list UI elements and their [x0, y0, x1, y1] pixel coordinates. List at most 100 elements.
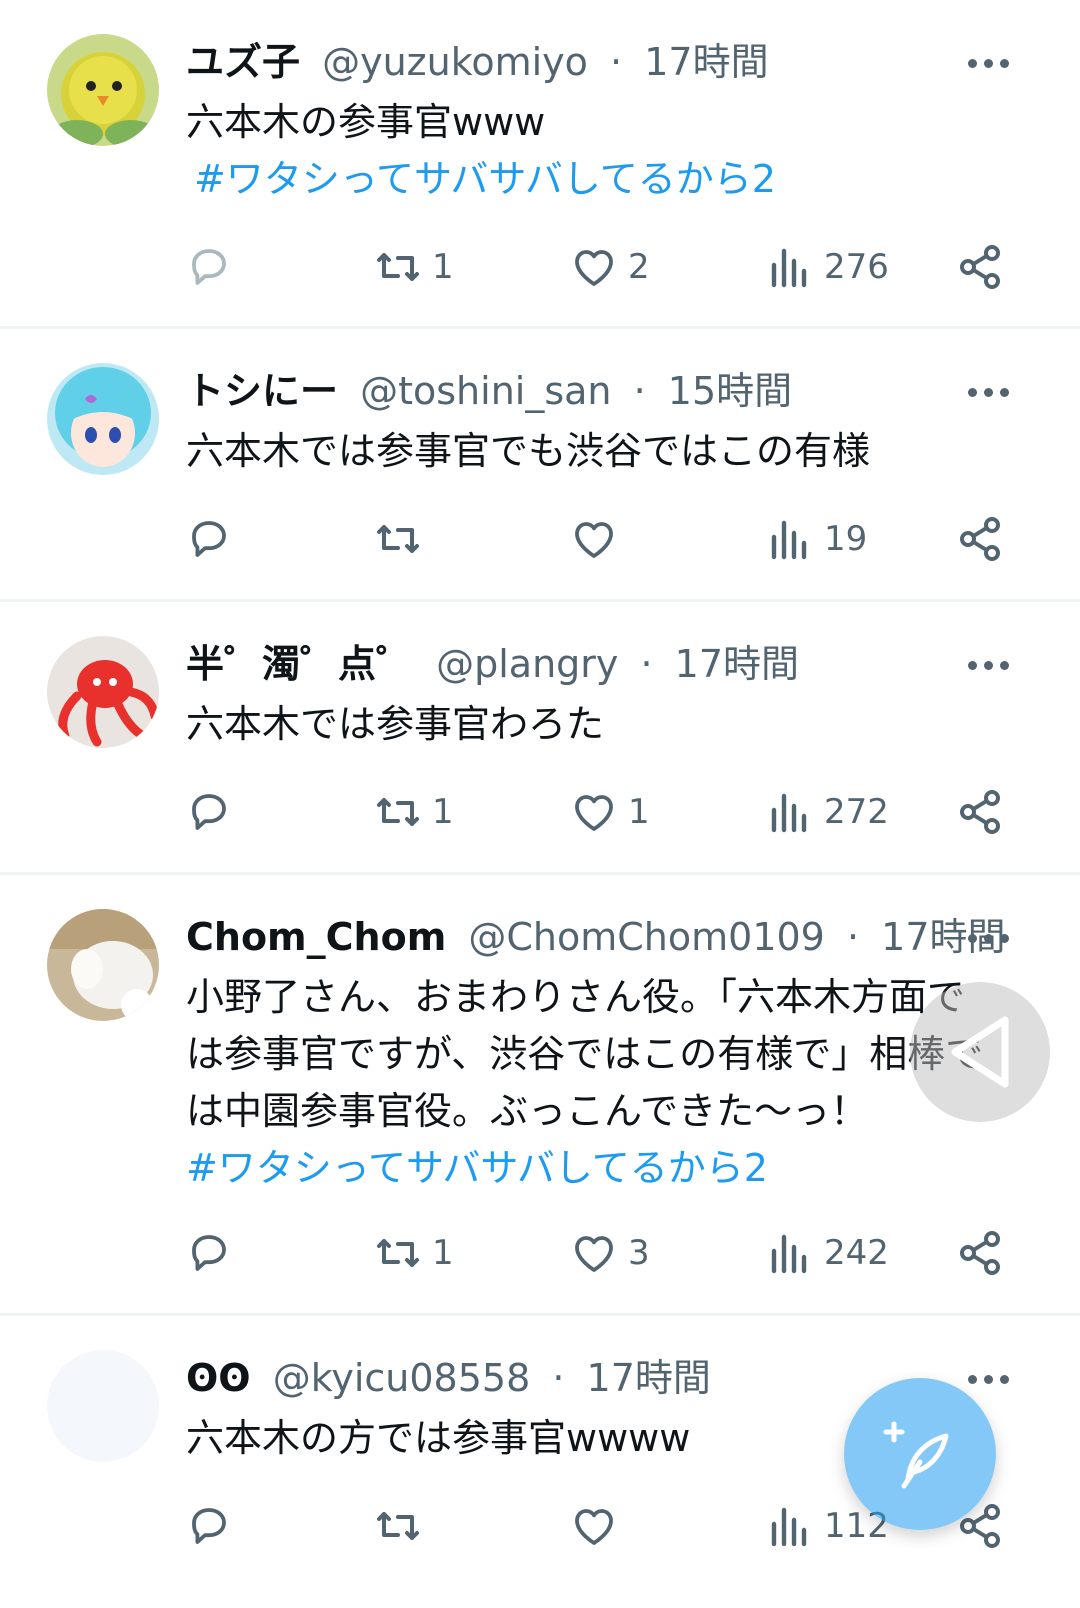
red-octopus-avatar-image [47, 636, 159, 748]
reply-icon [192, 794, 226, 830]
handle[interactable]: @toshini_san [360, 369, 611, 413]
views-button[interactable]: 276 [766, 237, 889, 297]
retweet-button[interactable] [374, 1496, 432, 1556]
tweet-text-line: 六本木の参事官www [186, 100, 546, 144]
display-name[interactable]: ユズ子 [186, 40, 300, 84]
avatar[interactable] [47, 636, 159, 748]
retweet-icon [377, 525, 419, 553]
display-name[interactable]: ʘʘ [186, 1356, 251, 1400]
tweet-text-line: 六本木では参事官わろた [186, 702, 605, 746]
meta-separator: · [610, 40, 623, 84]
cat-paw-avatar-image [47, 909, 159, 1021]
display-name[interactable]: 半゜濁゜点゜ [186, 642, 414, 686]
reply-icon [192, 1508, 226, 1544]
views-button[interactable]: 19 [766, 509, 867, 569]
tweet-header: ʘʘ @kyicu08558 · 17時間 [186, 1353, 960, 1403]
reply-button[interactable] [185, 1223, 243, 1283]
blue-hair-anime-avatar-image [47, 363, 159, 475]
tweet-card[interactable]: 半゜濁゜点゜ @plangry · 17時間 六本木では参事官わろた 1 1 2… [0, 602, 1080, 875]
retweet-button[interactable]: 1 [374, 1223, 454, 1283]
tweet-header: Chom_Chom @ChomChom0109 · 17時間 [186, 912, 1006, 962]
hashtag-link[interactable]: #ワタシってサバサバしてるから2 [186, 1140, 1006, 1197]
like-button[interactable] [570, 509, 628, 569]
timestamp[interactable]: 17時間 [675, 642, 799, 686]
views-chart-icon [771, 248, 807, 288]
views-button[interactable]: 272 [766, 782, 889, 842]
reply-button[interactable] [185, 782, 243, 842]
tweet-text-line: 六本木では参事官でも渋谷ではこの有様 [186, 429, 871, 473]
tweet-text: 六本木の参事官www #ワタシってサバサバしてるから2 [186, 94, 1006, 208]
reply-icon [192, 521, 226, 557]
timestamp[interactable]: 15時間 [668, 369, 792, 413]
reply-button[interactable] [185, 1496, 243, 1556]
heart-icon [575, 1236, 613, 1272]
avatar[interactable] [47, 1350, 159, 1462]
reply-button[interactable] [185, 237, 243, 297]
like-count: 2 [628, 247, 650, 287]
timestamp[interactable]: 17時間 [644, 40, 768, 84]
avatar[interactable] [47, 363, 159, 475]
retweet-button[interactable]: 1 [374, 782, 454, 842]
handle[interactable]: @yuzukomiyo [322, 40, 588, 84]
tweet-header: 半゜濁゜点゜ @plangry · 17時間 [186, 639, 960, 689]
meta-separator: · [640, 642, 653, 686]
back-button[interactable] [910, 982, 1050, 1122]
retweet-button[interactable] [374, 509, 432, 569]
share-button[interactable] [956, 1223, 1004, 1283]
views-count: 272 [824, 792, 889, 832]
views-chart-icon [771, 1234, 807, 1274]
handle[interactable]: @ChomChom0109 [468, 915, 824, 959]
tweet-text-line: は参事官ですが、渋谷ではこの有様で」相棒で [186, 1032, 984, 1076]
heart-icon [575, 1509, 613, 1545]
views-button[interactable]: 242 [766, 1223, 889, 1283]
retweet-icon [377, 1239, 419, 1267]
retweet-button[interactable]: 1 [374, 237, 454, 297]
avatar[interactable] [47, 909, 159, 1021]
views-count: 276 [824, 247, 889, 287]
tweet-actions: 1 2 276 [0, 237, 1080, 297]
retweet-icon [377, 253, 419, 281]
tweet-actions: 1 3 242 [0, 1223, 1080, 1283]
meta-separator: · [633, 369, 646, 413]
timestamp[interactable]: 17時間 [587, 1356, 711, 1400]
more-dots-icon[interactable] [968, 371, 1018, 411]
reply-button[interactable] [185, 509, 243, 569]
avatar[interactable] [47, 34, 159, 146]
more-dots-icon[interactable] [968, 917, 1018, 957]
share-icon [960, 1231, 1000, 1275]
more-dots-icon[interactable] [968, 644, 1018, 684]
tweet-header: ユズ子 @yuzukomiyo · 17時間 [186, 37, 960, 87]
display-name[interactable]: トシにー [186, 369, 338, 413]
display-name[interactable]: Chom_Chom [186, 915, 446, 959]
tweet-actions: 1 1 272 [0, 782, 1080, 842]
share-icon [960, 517, 1000, 561]
like-button[interactable] [570, 1496, 628, 1556]
views-count: 242 [824, 1233, 889, 1273]
handle[interactable]: @plangry [436, 642, 618, 686]
views-chart-icon [771, 520, 807, 560]
tweet-card[interactable]: Chom_Chom @ChomChom0109 · 17時間 小野了さん、おまわ… [0, 875, 1080, 1316]
views-count: 19 [824, 519, 868, 559]
compose-button[interactable] [844, 1378, 996, 1530]
compose-feather-icon [883, 1421, 949, 1489]
meta-separator: · [846, 915, 860, 959]
retweet-icon [377, 1512, 419, 1540]
meta-separator: · [552, 1356, 565, 1400]
share-button[interactable] [956, 509, 1004, 569]
like-button[interactable]: 3 [570, 1223, 650, 1283]
share-button[interactable] [956, 237, 1004, 297]
yellow-chick-avatar-image [47, 34, 159, 146]
more-dots-icon[interactable] [968, 42, 1018, 82]
share-button[interactable] [956, 782, 1004, 842]
like-button[interactable]: 1 [570, 782, 650, 842]
tweet-text-line: 小野了さん、おまわりさん役。「六本木方面で [186, 975, 966, 1019]
tweet-card[interactable]: ユズ子 @yuzukomiyo · 17時間 六本木の参事官www #ワタシって… [0, 0, 1080, 329]
hashtag-link[interactable]: #ワタシってサバサバしてるから2 [194, 151, 1006, 208]
views-chart-icon [771, 793, 807, 833]
tweet-card[interactable]: トシにー @toshini_san · 15時間 六本木では参事官でも渋谷ではこ… [0, 329, 1080, 602]
handle[interactable]: @kyicu08558 [273, 1356, 531, 1400]
more-dots-icon[interactable] [968, 1358, 1018, 1398]
like-button[interactable]: 2 [570, 237, 650, 297]
retweet-icon [377, 798, 419, 826]
back-triangle-icon [951, 1016, 1009, 1088]
